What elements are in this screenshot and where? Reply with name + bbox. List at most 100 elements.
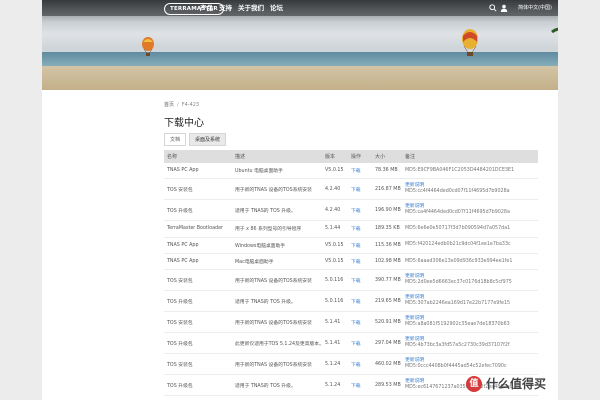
- table-row: TOS 安装包 用于新的TNAS 设备的TOS系统安装 4.2.40 下载 21…: [164, 178, 538, 201]
- cell-description: Mac电脑桌面助手: [232, 253, 322, 271]
- header-tools: 简体中文(中国): [489, 3, 552, 13]
- table-row: TOS 升级包 此更新仅适用于TOS 5.1.24及更高版本。 5.1.41 下…: [164, 332, 538, 355]
- md5-checksum: MD5:E9CF9BA046F1C2053D4484201DCE3E1: [405, 167, 515, 173]
- cell-version: 5.1.24: [322, 353, 348, 376]
- cell-name: TNAS PC App: [164, 237, 232, 254]
- cell-size: 520.91 MB: [372, 311, 402, 334]
- cell-action: 下载: [348, 220, 372, 238]
- nav-support[interactable]: 支持: [219, 3, 232, 13]
- cell-version: 5.1.41: [322, 311, 348, 334]
- table-row: TOS 安装包 用于新的TNAS 设备的TOS系统安装 5.0.116 下载 3…: [164, 269, 538, 292]
- table-row: TNAS PC App Windows电脑桌面助手 V5.0.15 下载 115…: [164, 237, 538, 254]
- cell-notes: MD5:f420124edb0b21c9dc04f1ee1e7ba33c: [402, 237, 538, 254]
- download-link[interactable]: 下载: [351, 384, 361, 389]
- cell-action: 下载: [348, 374, 372, 397]
- header-banner: TERRAMASTER 产品 支持 关于我们 论坛 简体中文(中国): [42, 0, 558, 90]
- cell-name: TOS 升级包: [164, 332, 232, 355]
- cell-action: 下载: [348, 163, 372, 180]
- cell-action: 下载: [348, 353, 372, 376]
- cell-notes: 更新说明 MD5:4b73bc3a3fd57a5c2730c39d37107f2f: [402, 332, 538, 355]
- cell-size: 216.87 MB: [372, 178, 402, 201]
- cell-action: 下载: [348, 253, 372, 271]
- cell-notes: 更新说明 MD5:0ccc4408b0f4445ad54c52efec7090c: [402, 353, 538, 376]
- top-nav-bar: [42, 0, 558, 16]
- cell-notes: 更新说明 MD5:cc4f4464ded0cd07f11f4695d7b9028a: [402, 178, 538, 201]
- download-link[interactable]: 下载: [351, 209, 361, 214]
- cell-description: 用于新的TNAS 设备的TOS系统安装: [232, 353, 322, 376]
- cell-action: 下载: [348, 269, 372, 292]
- language-selector[interactable]: 简体中文(中国): [518, 3, 552, 13]
- breadcrumb-current: F4-423: [181, 102, 200, 108]
- cell-description: 用于新的TNAS 设备的TOS系统安装: [232, 269, 322, 292]
- tab-documents[interactable]: 文档: [164, 133, 187, 146]
- table-row: TOS 升级包 适用于 TNAS的 TOS 升级。 5.0.116 下载 219…: [164, 290, 538, 313]
- watermark-text: 什么值得买: [486, 377, 547, 391]
- download-link[interactable]: 下载: [351, 300, 361, 305]
- md5-checksum: MD5:6aaad306e13e09d936c933e994ee1fe1: [405, 258, 513, 264]
- cell-name: TOS 升级包: [164, 374, 232, 397]
- cell-notes: 更新说明 MD5:2d0ee5d6663ec37c0176d18b8c5cf975: [402, 269, 538, 292]
- breadcrumb-home[interactable]: 首页: [164, 102, 174, 108]
- download-link[interactable]: 下载: [351, 279, 361, 284]
- cell-notes: MD5:6e6e0e50717f3d7b090594d7a057da1: [402, 220, 538, 238]
- column-header-description: 描述: [232, 150, 322, 163]
- download-link[interactable]: 下载: [351, 244, 361, 249]
- cell-version: V5.0.15: [322, 237, 348, 254]
- md5-checksum: MD5:cc4f4464ded0cd07f11f4695d7b9028a: [405, 189, 510, 195]
- table-row: TOS 安装包 用于新的TNAS 设备的TOS系统安装 5.1.41 下载 52…: [164, 311, 538, 334]
- nav-products[interactable]: 产品: [200, 3, 213, 13]
- nav-about-us[interactable]: 关于我们: [238, 3, 264, 13]
- column-header-notes: 备注: [402, 150, 538, 163]
- md5-checksum: MD5:2d0ee5d6663ec37c0176d18b8c5cf975: [405, 280, 512, 286]
- table-header-row: 名称 描述 版本 操作 大小 备注: [164, 150, 538, 163]
- nav-forum[interactable]: 论坛: [270, 3, 283, 13]
- palm-tree-icon: [551, 27, 558, 34]
- cell-action: 下载: [348, 311, 372, 334]
- cell-name: TOS 升级包: [164, 199, 232, 222]
- download-link[interactable]: 下载: [351, 342, 361, 347]
- table-body: TNAS PC App Ubuntu 电脑桌面助手 V5.0.15 下载 78.…: [164, 163, 538, 397]
- cell-name: TNAS PC App: [164, 253, 232, 271]
- column-header-action: 操作: [348, 150, 372, 163]
- search-icon[interactable]: [489, 4, 497, 12]
- column-header-name: 名称: [164, 150, 232, 163]
- cell-action: 下载: [348, 237, 372, 254]
- md5-checksum: MD5:6e6e0e50717f3d7b090594d7a057da1: [405, 225, 511, 231]
- cell-version: 5.1.24: [322, 374, 348, 397]
- cell-notes: 更新说明 MD5:a8a081f5192902c35eae7de18370b63: [402, 311, 538, 334]
- cell-action: 下载: [348, 290, 372, 313]
- download-link[interactable]: 下载: [351, 188, 361, 193]
- md5-checksum: MD5:307ab2246ea169d17e22b7177e9fe15: [405, 301, 511, 307]
- column-header-size: 大小: [372, 150, 402, 163]
- cell-name: TOS 升级包: [164, 290, 232, 313]
- cell-notes: MD5:E9CF9BA046F1C2053D4484201DCE3E1: [402, 163, 538, 180]
- column-header-version: 版本: [322, 150, 348, 163]
- table-row: TerraMaster Bootloader 用于 x 86 系列型号的引导程序…: [164, 220, 538, 238]
- download-link[interactable]: 下载: [351, 260, 361, 265]
- cell-version: 4.2.40: [322, 199, 348, 222]
- user-icon[interactable]: [500, 4, 508, 12]
- download-link[interactable]: 下载: [351, 321, 361, 326]
- cell-size: 115.36 MB: [372, 237, 402, 254]
- cell-action: 下载: [348, 178, 372, 201]
- cell-description: 适用于 TNAS的 TOS 升级。: [232, 374, 322, 397]
- watermark: 值 什么值得买: [466, 375, 546, 392]
- table-row: TNAS PC App Ubuntu 电脑桌面助手 V5.0.15 下载 78.…: [164, 163, 538, 180]
- cell-description: 适用于 TNAS的 TOS 升级。: [232, 290, 322, 313]
- download-link[interactable]: 下载: [351, 169, 361, 174]
- cell-version: 5.1.44: [322, 220, 348, 238]
- cell-size: 219.65 MB: [372, 290, 402, 313]
- cell-description: 适用于 TNAS的 TOS 升级。: [232, 199, 322, 222]
- breadcrumb: 首页 / F4-423: [164, 101, 199, 108]
- md5-checksum: MD5:ca4f4464ded0cd07f11f4695d7b9028a: [405, 210, 510, 216]
- tab-desktop-and-system[interactable]: 桌面及系统: [189, 133, 227, 146]
- cell-name: TNAS PC App: [164, 163, 232, 180]
- cell-action: 下载: [348, 332, 372, 355]
- cell-size: 78.36 MB: [372, 163, 402, 180]
- cell-version: 5.1.41: [322, 332, 348, 355]
- download-link[interactable]: 下载: [351, 363, 361, 368]
- download-link[interactable]: 下载: [351, 227, 361, 232]
- cell-version: 5.0.116: [322, 269, 348, 292]
- hot-air-balloon-icon: [462, 29, 478, 56]
- download-page: TERRAMASTER 产品 支持 关于我们 论坛 简体中文(中国) 首页 / F4…: [42, 0, 558, 400]
